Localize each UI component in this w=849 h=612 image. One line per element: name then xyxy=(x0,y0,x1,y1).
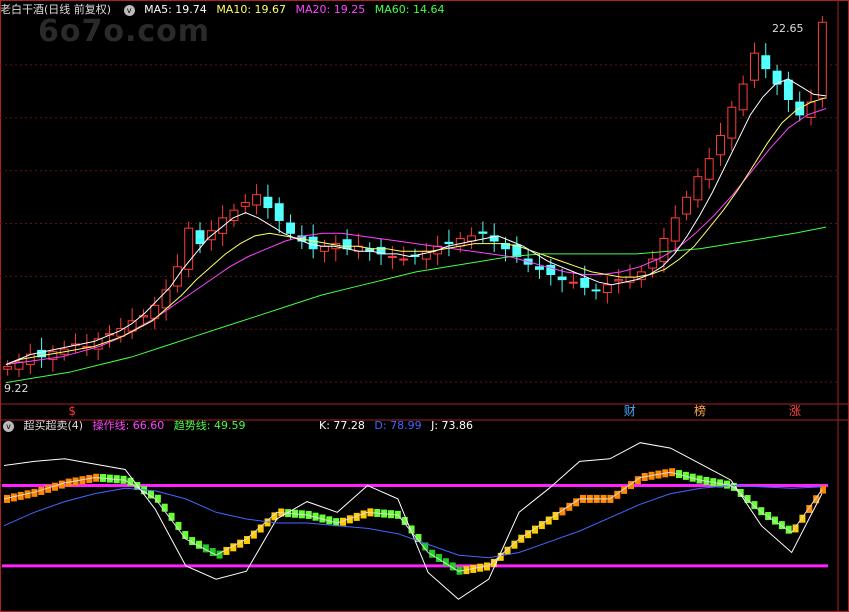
operation-bar xyxy=(778,521,785,530)
candle-body xyxy=(568,281,578,284)
candle-body xyxy=(444,241,454,245)
event-marker: 涨 xyxy=(789,403,801,418)
operation-bar xyxy=(806,504,813,513)
candle-body xyxy=(693,176,703,201)
candle-body xyxy=(195,230,205,245)
candle-body xyxy=(682,196,692,215)
candle-body xyxy=(738,83,748,111)
event-marker: 财 xyxy=(624,404,636,418)
candle-body xyxy=(263,196,273,209)
price-chart: 22.65 9.22 $ 财 榜 涨 xyxy=(0,0,849,612)
candle-body xyxy=(308,236,318,250)
candle-body xyxy=(455,237,465,247)
k-line xyxy=(3,471,823,572)
candle-body xyxy=(240,201,250,207)
candle-body xyxy=(274,203,284,221)
high-price-label: 22.65 xyxy=(772,22,804,35)
candle-body xyxy=(806,101,816,119)
candle-body xyxy=(727,106,737,139)
operation-bar xyxy=(792,524,799,533)
candle-body xyxy=(783,79,793,100)
candle-body xyxy=(614,279,624,282)
candle-body xyxy=(591,289,601,292)
candle-body xyxy=(580,277,590,288)
candle-body xyxy=(342,239,352,250)
operation-bar xyxy=(813,495,820,504)
d-line xyxy=(3,484,823,559)
candle-body xyxy=(749,52,759,81)
low-price-label: 9.22 xyxy=(4,382,29,395)
event-marker: $ xyxy=(68,404,76,418)
candle-body xyxy=(218,217,228,234)
candle-body xyxy=(761,55,771,70)
candle-body xyxy=(602,284,612,293)
candle-body xyxy=(557,276,567,281)
j-line xyxy=(3,442,823,600)
candle-body xyxy=(704,158,714,180)
candle-body xyxy=(670,217,680,242)
operation-bar xyxy=(765,512,772,521)
candle-body xyxy=(286,222,295,234)
candle-body xyxy=(252,194,262,206)
candle-body xyxy=(320,245,329,252)
candle-body xyxy=(817,21,827,99)
operation-bar xyxy=(799,514,806,523)
candle-body xyxy=(3,366,13,370)
event-marker: 榜 xyxy=(694,403,706,418)
candle-body xyxy=(716,135,725,156)
operation-bar xyxy=(785,525,792,534)
chart-border xyxy=(0,0,849,612)
operation-bar xyxy=(772,516,778,525)
candle-body xyxy=(387,255,397,258)
candle-body xyxy=(161,289,171,309)
candle-body xyxy=(535,266,544,270)
candle-body xyxy=(184,227,194,270)
candle-body xyxy=(659,237,669,263)
candle-body xyxy=(399,258,409,261)
candle-body xyxy=(478,231,488,234)
ma60-line xyxy=(5,226,827,384)
chart-window: 6o7o.com 老白干酒(日线 前复权) v MA5: 19.74 MA10:… xyxy=(0,0,849,612)
